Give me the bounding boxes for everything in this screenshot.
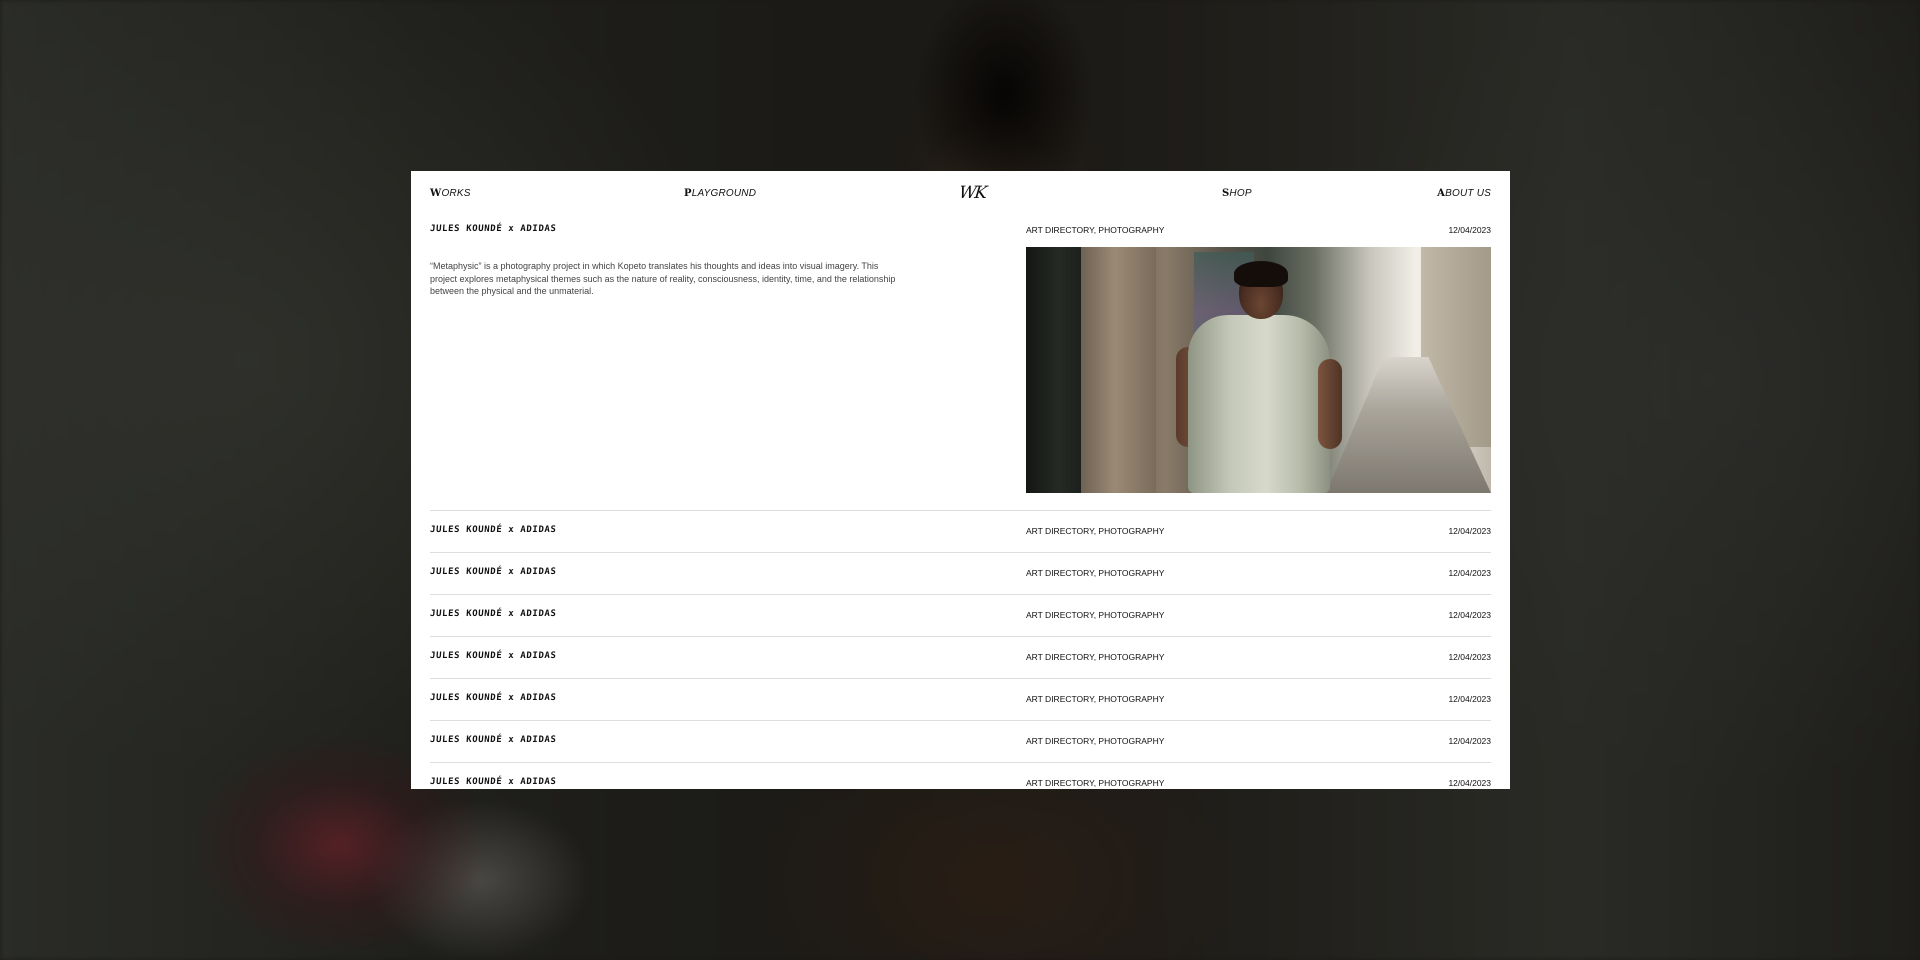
project-title: JULES KOUNDÉ x ADIDAS bbox=[429, 777, 557, 787]
project-row[interactable]: JULES KOUNDÉ x ADIDAS ART DIRECTORY, PHO… bbox=[430, 553, 1491, 595]
project-row-header: JULES KOUNDÉ x ADIDAS ART DIRECTORY, PHO… bbox=[430, 651, 1491, 667]
nav-about-link[interactable]: ABOUT US bbox=[1437, 188, 1491, 199]
project-title: JULES KOUNDÉ x ADIDAS bbox=[429, 735, 557, 745]
project-category: ART DIRECTORY, PHOTOGRAPHY bbox=[1026, 736, 1165, 746]
project-row-header: JULES KOUNDÉ x ADIDAS ART DIRECTORY, PHO… bbox=[430, 567, 1491, 583]
project-category: ART DIRECTORY, PHOTOGRAPHY bbox=[1026, 526, 1165, 536]
project-description: “Metaphysic” is a photography project in… bbox=[430, 261, 896, 296]
project-date: 12/04/2023 bbox=[1448, 736, 1491, 746]
project-row[interactable]: JULES KOUNDÉ x ADIDAS ART DIRECTORY, PHO… bbox=[430, 637, 1491, 679]
project-date: 12/04/2023 bbox=[1448, 568, 1491, 578]
project-title: JULES KOUNDÉ x ADIDAS bbox=[429, 525, 557, 535]
project-item-expanded[interactable]: JULES KOUNDÉ x ADIDAS ART DIRECTORY, PHO… bbox=[430, 224, 1491, 511]
project-category: ART DIRECTORY, PHOTOGRAPHY bbox=[1026, 568, 1165, 578]
project-date: 12/04/2023 bbox=[1448, 225, 1491, 235]
project-date: 12/04/2023 bbox=[1448, 652, 1491, 662]
project-row-header: JULES KOUNDÉ x ADIDAS ART DIRECTORY, PHO… bbox=[430, 693, 1491, 709]
nav-playground-label: LAYGROUND bbox=[691, 187, 757, 199]
nav-about-label: BOUT US bbox=[1445, 187, 1491, 199]
project-category: ART DIRECTORY, PHOTOGRAPHY bbox=[1026, 225, 1165, 235]
nav-shop-label: HOP bbox=[1229, 187, 1252, 199]
project-date: 12/04/2023 bbox=[1448, 610, 1491, 620]
project-row[interactable]: JULES KOUNDÉ x ADIDAS ART DIRECTORY, PHO… bbox=[430, 679, 1491, 721]
project-row-header: JULES KOUNDÉ x ADIDAS ART DIRECTORY, PHO… bbox=[430, 735, 1491, 751]
project-row-header: JULES KOUNDÉ x ADIDAS ART DIRECTORY, PHO… bbox=[430, 525, 1491, 541]
wk-logo: WK bbox=[957, 183, 987, 203]
photo-stone-wall bbox=[1081, 247, 1156, 493]
logo-home-link[interactable]: WK bbox=[957, 183, 987, 203]
nav-works-link[interactable]: WORKS bbox=[430, 188, 471, 199]
project-photo bbox=[1026, 247, 1491, 493]
project-title: JULES KOUNDÉ x ADIDAS bbox=[429, 651, 557, 661]
project-category: ART DIRECTORY, PHOTOGRAPHY bbox=[1026, 610, 1165, 620]
project-row-header: JULES KOUNDÉ x ADIDAS ART DIRECTORY, PHO… bbox=[430, 609, 1491, 625]
project-category: ART DIRECTORY, PHOTOGRAPHY bbox=[1026, 652, 1165, 662]
project-date: 12/04/2023 bbox=[1448, 778, 1491, 788]
nav-works-label: ORKS bbox=[441, 187, 471, 199]
nav-works-initial: W bbox=[430, 187, 442, 199]
project-row[interactable]: JULES KOUNDÉ x ADIDAS ART DIRECTORY, PHO… bbox=[430, 511, 1491, 553]
photo-person-hair bbox=[1234, 261, 1288, 287]
photo-arm-right bbox=[1318, 359, 1342, 449]
nav-playground-initial: P bbox=[684, 187, 692, 199]
nav-playground-link[interactable]: PLAYGROUND bbox=[684, 188, 756, 199]
project-item-header[interactable]: JULES KOUNDÉ x ADIDAS ART DIRECTORY, PHO… bbox=[430, 224, 1491, 240]
project-date: 12/04/2023 bbox=[1448, 694, 1491, 704]
project-row-header: JULES KOUNDÉ x ADIDAS ART DIRECTORY, PHO… bbox=[430, 777, 1491, 789]
project-date: 12/04/2023 bbox=[1448, 526, 1491, 536]
project-category: ART DIRECTORY, PHOTOGRAPHY bbox=[1026, 694, 1165, 704]
project-category: ART DIRECTORY, PHOTOGRAPHY bbox=[1026, 778, 1165, 788]
photo-doorway bbox=[1026, 247, 1081, 493]
project-row[interactable]: JULES KOUNDÉ x ADIDAS ART DIRECTORY, PHO… bbox=[430, 721, 1491, 763]
photo-person-shirt bbox=[1188, 315, 1330, 493]
project-title: JULES KOUNDÉ x ADIDAS bbox=[429, 224, 557, 234]
website-window: WORKS PLAYGROUND WK SHOP ABOUT US JULES … bbox=[411, 171, 1510, 789]
nav-shop-link[interactable]: SHOP bbox=[1222, 188, 1252, 199]
project-title: JULES KOUNDÉ x ADIDAS bbox=[429, 567, 557, 577]
project-row[interactable]: JULES KOUNDÉ x ADIDAS ART DIRECTORY, PHO… bbox=[430, 763, 1491, 789]
project-title: JULES KOUNDÉ x ADIDAS bbox=[429, 609, 557, 619]
project-row[interactable]: JULES KOUNDÉ x ADIDAS ART DIRECTORY, PHO… bbox=[430, 595, 1491, 637]
nav-about-initial: A bbox=[1437, 187, 1446, 199]
project-list: JULES KOUNDÉ x ADIDAS ART DIRECTORY, PHO… bbox=[430, 224, 1491, 789]
project-title: JULES KOUNDÉ x ADIDAS bbox=[429, 693, 557, 703]
top-navigation: WORKS PLAYGROUND WK SHOP ABOUT US bbox=[430, 179, 1491, 207]
